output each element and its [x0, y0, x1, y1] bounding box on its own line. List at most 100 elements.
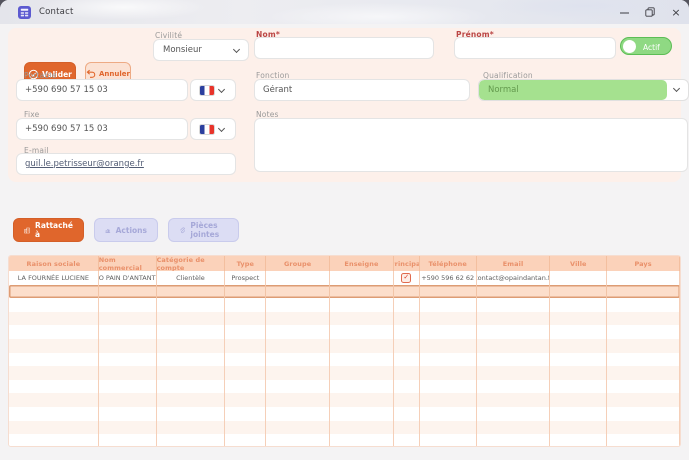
table-cell: [157, 393, 226, 407]
table-cell[interactable]: [550, 285, 607, 299]
notes-textarea[interactable]: [254, 118, 688, 172]
table-cell[interactable]: [99, 285, 157, 299]
france-flag-icon: [199, 124, 215, 135]
table-row-empty[interactable]: [9, 325, 680, 339]
column-header[interactable]: Groupe: [266, 256, 330, 271]
table-cell: [266, 434, 330, 447]
last-name-input[interactable]: [254, 37, 434, 59]
minimize-button[interactable]: [611, 0, 637, 24]
table-cell: [225, 434, 266, 447]
table-cell: [266, 325, 330, 339]
function-input[interactable]: [254, 79, 470, 101]
first-name-input[interactable]: [454, 37, 616, 59]
table-cell: [99, 312, 157, 326]
column-header[interactable]: Raison sociale: [9, 256, 99, 271]
table-cell[interactable]: Clientèle: [157, 271, 226, 285]
table-cell[interactable]: [330, 285, 394, 299]
table-cell[interactable]: [420, 285, 477, 299]
table-cell: [157, 298, 226, 312]
table-cell: [225, 298, 266, 312]
table-row-empty[interactable]: [9, 393, 680, 407]
table-cell[interactable]: Prospect: [225, 271, 266, 285]
table-cell: [266, 339, 330, 353]
undo-icon: [86, 69, 96, 79]
mobile-country-select[interactable]: [190, 79, 236, 101]
table-row-empty[interactable]: [9, 366, 680, 380]
table-cell: [157, 421, 226, 435]
column-header[interactable]: Pays: [607, 256, 680, 271]
table-cell[interactable]: +590 596 62 62: [420, 271, 477, 285]
table-cell[interactable]: [330, 271, 394, 285]
table-row-empty[interactable]: [9, 312, 680, 326]
bar-chart-icon: [105, 225, 111, 236]
column-header[interactable]: Nom commercial: [99, 256, 157, 271]
table-cell: [99, 421, 157, 435]
table-cell[interactable]: [550, 271, 607, 285]
table-cell[interactable]: O PAIN D'ANTANT: [99, 271, 157, 285]
table-cell: [607, 298, 680, 312]
close-button[interactable]: ×: [663, 0, 689, 24]
table-cell: [330, 339, 394, 353]
table-cell: [9, 325, 99, 339]
civility-select[interactable]: Monsieur: [153, 39, 249, 61]
table-row-empty[interactable]: [9, 353, 680, 367]
table-row-empty[interactable]: [9, 434, 680, 447]
column-header[interactable]: Email: [477, 256, 551, 271]
table-cell: [394, 380, 420, 394]
cancel-label: Annuler: [99, 70, 130, 78]
table-row-empty[interactable]: [9, 339, 680, 353]
table-cell: [420, 366, 477, 380]
table-cell[interactable]: [266, 285, 330, 299]
column-header[interactable]: Catégorie de compte: [157, 256, 226, 271]
column-header[interactable]: Téléphone: [420, 256, 477, 271]
column-header[interactable]: Ville: [550, 256, 607, 271]
table-cell: [9, 353, 99, 367]
tab-pieces-jointes[interactable]: Pièces jointes: [168, 218, 239, 242]
table-cell: [420, 325, 477, 339]
france-flag-icon: [199, 85, 215, 96]
table-cell: [225, 312, 266, 326]
table-cell[interactable]: [266, 271, 330, 285]
landline-country-select[interactable]: [190, 118, 236, 140]
landline-input[interactable]: [16, 118, 188, 140]
table-row-empty[interactable]: [9, 421, 680, 435]
table-cell[interactable]: [607, 271, 680, 285]
table-cell: [420, 380, 477, 394]
table-cell: [394, 366, 420, 380]
column-header[interactable]: Type: [225, 256, 266, 271]
table-cell[interactable]: [477, 285, 551, 299]
table-cell: [330, 380, 394, 394]
qualification-select[interactable]: Normal: [478, 79, 689, 101]
table-cell: [477, 380, 551, 394]
table-row-empty[interactable]: [9, 407, 680, 421]
email-input[interactable]: [16, 153, 236, 175]
tab-actions[interactable]: Actions: [94, 218, 158, 242]
table-cell: [394, 298, 420, 312]
table-cell: [9, 434, 99, 447]
table-cell[interactable]: [607, 285, 680, 299]
chevron-down-icon: [673, 85, 680, 92]
mobile-input[interactable]: [16, 79, 188, 101]
column-header[interactable]: Principal: [394, 256, 420, 271]
table-row-empty[interactable]: [9, 298, 680, 312]
principal-checkbox[interactable]: ✓: [401, 273, 411, 283]
table-cell: [420, 312, 477, 326]
table-cell: [9, 298, 99, 312]
table-cell[interactable]: [9, 285, 99, 299]
table-row[interactable]: LA FOURNÉE LUCIENEO PAIN D'ANTANTClientè…: [9, 271, 680, 285]
table-cell: [607, 421, 680, 435]
table-cell[interactable]: Contact@opaindantan.fr: [477, 271, 551, 285]
table-cell: [394, 353, 420, 367]
tab-rattache-a[interactable]: Rattaché à: [13, 218, 84, 242]
window-title: Contact: [39, 7, 73, 17]
table-cell[interactable]: [394, 285, 420, 299]
table-row-selected[interactable]: [9, 285, 680, 299]
table-cell[interactable]: ✓: [394, 271, 420, 285]
table-cell[interactable]: [157, 285, 226, 299]
column-header[interactable]: Enseigne: [330, 256, 394, 271]
active-toggle[interactable]: Actif: [620, 37, 672, 55]
table-cell[interactable]: [225, 285, 266, 299]
restore-button[interactable]: [637, 0, 663, 24]
table-row-empty[interactable]: [9, 380, 680, 394]
table-cell[interactable]: LA FOURNÉE LUCIENE: [9, 271, 99, 285]
